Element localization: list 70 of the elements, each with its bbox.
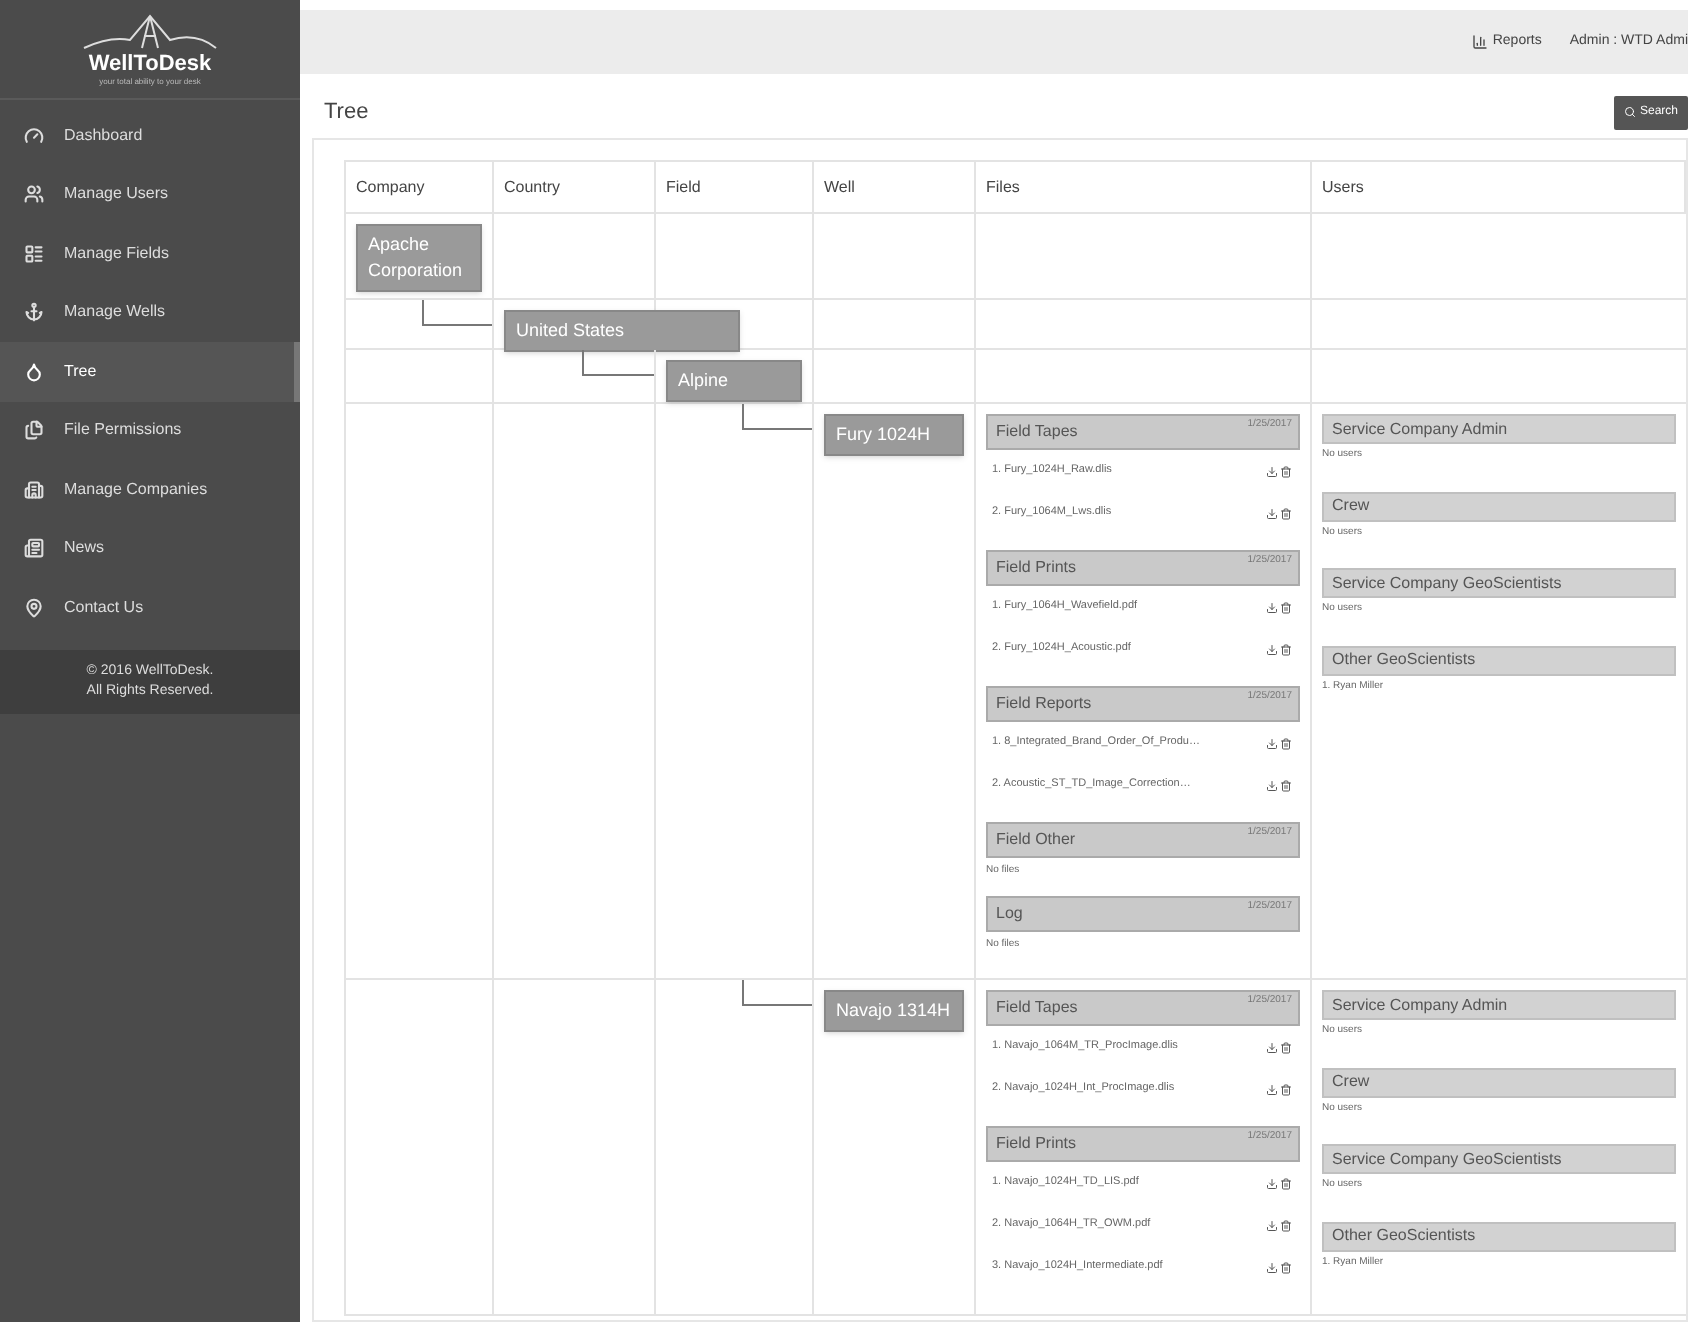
nav-item[interactable]: File Permissions [0,401,300,460]
connector-line [742,404,812,430]
column-header: Users [1322,175,1364,199]
nav-item[interactable]: Manage Fields [0,224,300,283]
page-title: Tree [324,97,369,128]
download-icon[interactable] [1266,465,1278,477]
column-header: Company [356,175,425,199]
column-header: Field [666,175,701,199]
connector-line [742,980,812,1006]
group-title: Field Tapes [996,996,1078,1020]
trash-icon[interactable] [1280,643,1292,655]
trash-icon[interactable] [1280,601,1292,613]
trash-icon[interactable] [1280,1177,1292,1189]
group-title: Other GeoScientists [1332,648,1476,672]
column-header: Country [504,175,561,199]
nav-item[interactable]: Manage Users [0,165,300,224]
group-title: Service Company Admin [1332,993,1508,1017]
group-title: Field Reports [996,692,1092,716]
group-title: Crew [1332,494,1370,518]
download-icon[interactable] [1266,601,1278,613]
chart-icon [1472,34,1489,50]
group-title: Service Company GeoScientists [1332,1147,1562,1171]
download-icon[interactable] [1266,737,1278,749]
group-title: Field Prints [996,1132,1077,1156]
logo-text: WellToDesk [88,52,212,76]
nav-item[interactable]: News [0,519,300,578]
download-icon[interactable] [1266,779,1278,791]
group-title: Field Other [996,828,1076,852]
download-icon[interactable] [1266,1261,1278,1273]
files-icon [24,420,44,441]
trash-icon[interactable] [1280,465,1292,477]
group-title: Other GeoScientists [1332,1224,1476,1248]
download-icon[interactable] [1266,1083,1278,1095]
group-title: Crew [1332,1070,1370,1094]
download-icon[interactable] [1266,507,1278,519]
search-icon [1623,106,1636,118]
nav-item[interactable]: Tree [0,342,300,401]
nav-item[interactable]: Manage Wells [0,283,300,342]
column-header: Well [824,175,855,199]
building-icon [24,479,44,500]
group-title: Service Company Admin [1332,417,1508,441]
column-header: Files [986,175,1020,199]
group-title: Service Company GeoScientists [1332,571,1562,595]
users-icon [24,184,44,205]
download-icon[interactable] [1266,643,1278,655]
anchor-icon [24,302,44,323]
list-icon [24,243,44,264]
trash-icon[interactable] [1280,1219,1292,1231]
pin-icon [24,597,44,618]
connector-line [582,350,654,376]
trash-icon[interactable] [1280,779,1292,791]
download-icon[interactable] [1266,1177,1278,1189]
derrick-logo-icon [80,12,220,52]
group-title: Field Prints [996,556,1077,580]
trash-icon[interactable] [1280,737,1292,749]
group-title: Field Tapes [996,420,1078,444]
group-title: Log [996,901,1023,925]
gauge-icon [24,125,44,146]
nav-item[interactable]: Dashboard [0,106,300,165]
nav-item[interactable]: Manage Companies [0,460,300,519]
download-icon[interactable] [1266,1219,1278,1231]
trash-icon[interactable] [1280,1083,1292,1095]
download-icon[interactable] [1266,1041,1278,1053]
newspaper-icon [24,538,44,559]
droplet-icon [24,361,44,382]
trash-icon[interactable] [1280,507,1292,519]
connector-line [422,300,492,326]
trash-icon[interactable] [1280,1261,1292,1273]
trash-icon[interactable] [1280,1041,1292,1053]
nav-item[interactable]: Contact Us [0,578,300,637]
